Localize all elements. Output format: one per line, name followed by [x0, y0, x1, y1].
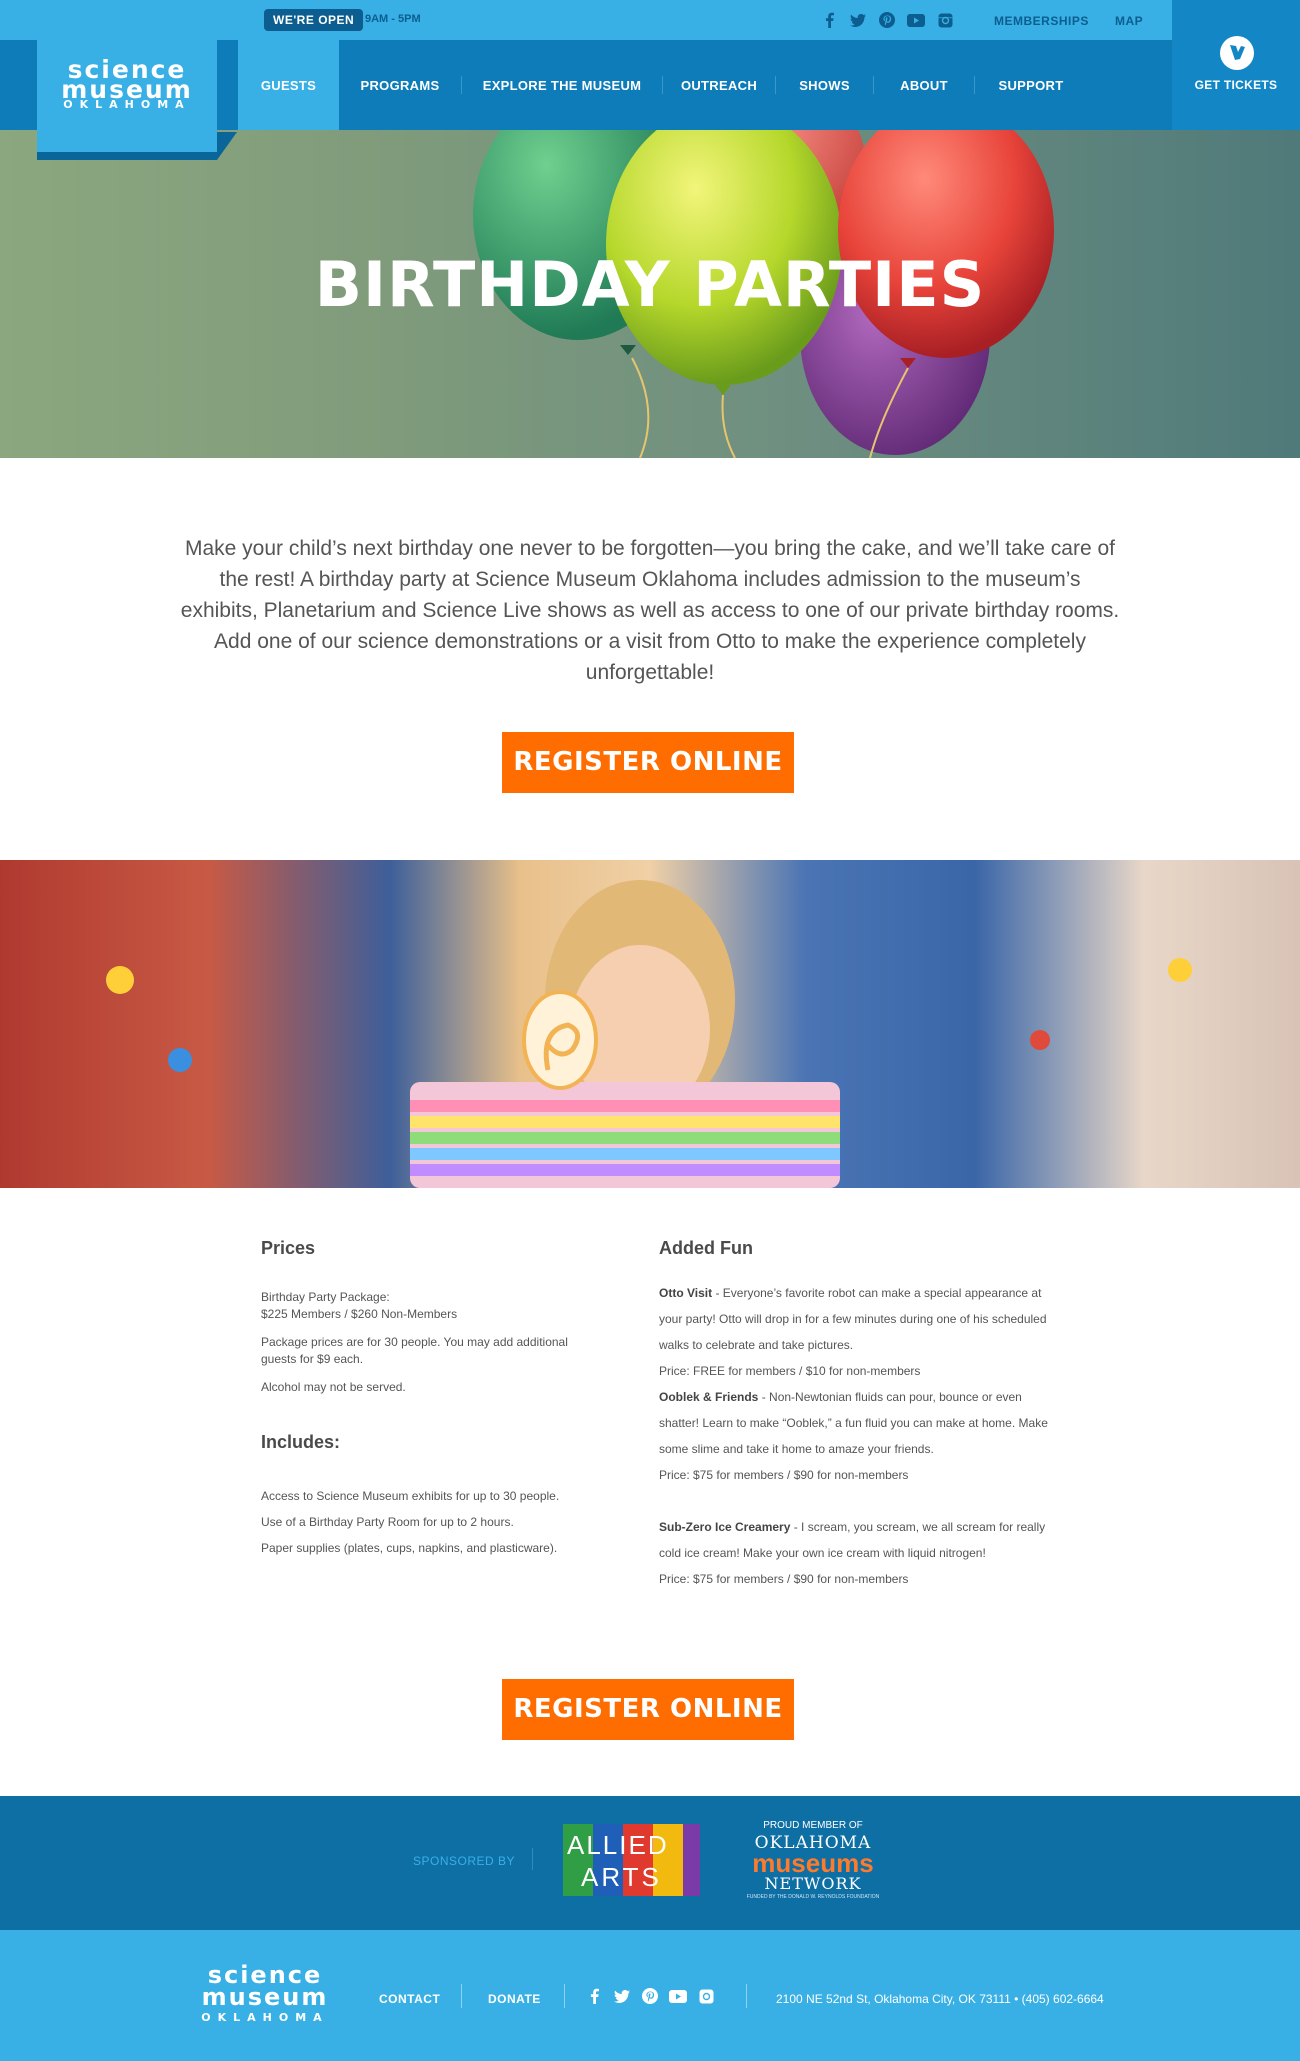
social-links-top: [820, 10, 954, 30]
nav-support[interactable]: SUPPORT: [975, 40, 1087, 130]
otto-visit-title: Otto Visit: [659, 1286, 713, 1300]
open-badge: WE'RE OPEN: [264, 9, 364, 31]
footer-donate-link[interactable]: DONATE: [488, 1992, 541, 2006]
twitter-icon[interactable]: [613, 1987, 631, 2005]
list-item: Use of a Birthday Party Room for up to 2…: [261, 1515, 514, 1529]
main-nav: GUESTS PROGRAMS EXPLORE THE MUSEUM OUTRE…: [238, 40, 1087, 130]
logo-line-3: OKLAHOMA: [63, 98, 191, 111]
memberships-link[interactable]: MEMBERSHIPS: [994, 14, 1089, 28]
footer-separator: [564, 1984, 565, 2008]
register-online-button[interactable]: REGISTER ONLINE: [502, 732, 794, 793]
footer-separator: [746, 1984, 747, 2008]
footer-logo-line-3: OKLAHOMA: [201, 2011, 329, 2024]
get-tickets-button[interactable]: GET TICKETS: [1172, 0, 1300, 130]
oklahoma-museums-network-logo[interactable]: PROUD MEMBER OF OKLAHOMA museums NETWORK…: [738, 1820, 888, 1908]
party-photo: [0, 860, 1300, 1188]
nav-explore-the-museum[interactable]: EXPLORE THE MUSEUM: [462, 40, 662, 130]
nav-guests[interactable]: GUESTS: [238, 40, 339, 130]
hours-text: 9AM - 5PM: [365, 13, 421, 25]
package-price: $225 Members / $260 Non-Members: [261, 1307, 458, 1321]
footer-logo-line-2: museum: [201, 1983, 329, 2011]
ticket-icon: [1220, 36, 1254, 70]
omn-museums-text: museums: [752, 1848, 874, 1878]
ice-creamery-price: Price: $75 for members / $90 for non-mem…: [659, 1572, 909, 1586]
get-tickets-label: GET TICKETS: [1194, 78, 1278, 92]
list-item: Paper supplies (plates, cups, napkins, a…: [261, 1541, 558, 1555]
ooblek-price: Price: $75 for members / $90 for non-mem…: [659, 1468, 909, 1482]
footer-contact-link[interactable]: CONTACT: [379, 1992, 440, 2006]
register-online-button-bottom[interactable]: REGISTER ONLINE: [502, 1679, 794, 1740]
includes-list: Access to Science Museum exhibits for up…: [261, 1483, 621, 1561]
youtube-icon[interactable]: [669, 1987, 687, 2005]
facebook-icon[interactable]: [820, 11, 838, 29]
footer: science museum OKLAHOMA CONTACT DONATE 2…: [0, 1930, 1300, 2061]
omn-funded-text: FUNDED BY THE DONALD W. REYNOLDS FOUNDAT…: [746, 1894, 880, 1900]
pinterest-icon[interactable]: [641, 1987, 659, 2005]
package-note: Package prices are for 30 people. You ma…: [261, 1335, 568, 1366]
instagram-icon[interactable]: [697, 1987, 715, 2005]
hero-banner: BIRTHDAY PARTIES: [0, 130, 1300, 458]
nav-shows[interactable]: SHOWS: [776, 40, 873, 130]
added-fun-column: Added Fun Otto Visit - Everyone’s favori…: [659, 1238, 1049, 1592]
twitter-icon[interactable]: [849, 11, 867, 29]
map-link[interactable]: MAP: [1115, 14, 1143, 28]
nav-outreach[interactable]: OUTREACH: [663, 40, 775, 130]
proud-member-text: PROUD MEMBER OF: [763, 1820, 863, 1831]
youtube-icon[interactable]: [907, 11, 925, 29]
prices-heading: Prices: [261, 1238, 316, 1258]
alcohol-note: Alcohol may not be served.: [261, 1380, 406, 1394]
package-label: Birthday Party Package:: [261, 1290, 390, 1304]
intro-text: Make your child’s next birthday one neve…: [180, 537, 1120, 684]
includes-heading: Includes:: [261, 1432, 341, 1452]
footer-separator: [461, 1984, 462, 2008]
otto-visit-text: - Everyone’s favorite robot can make a s…: [659, 1286, 1047, 1352]
pinterest-icon[interactable]: [878, 11, 896, 29]
ice-creamery-title: Sub-Zero Ice Creamery: [659, 1520, 791, 1534]
added-fun-heading: Added Fun: [659, 1238, 753, 1258]
logo-fold: [217, 132, 237, 160]
otto-visit-price: Price: FREE for members / $10 for non-me…: [659, 1364, 921, 1378]
sponsor-strip: SPONSORED BY ALLIED ARTS PROUD MEMBER OF…: [0, 1796, 1300, 1930]
arts-text: ARTS: [581, 1862, 662, 1892]
otto-visit-item: Otto Visit - Everyone’s favorite robot c…: [659, 1280, 1049, 1358]
sponsored-by-label: SPONSORED BY: [413, 1854, 516, 1868]
omn-network-text: NETWORK: [764, 1874, 862, 1893]
facebook-icon[interactable]: [585, 1987, 603, 2005]
hero-title: BIRTHDAY PARTIES: [314, 248, 986, 321]
allied-text: ALLIED: [567, 1830, 669, 1860]
nav-about[interactable]: ABOUT: [874, 40, 974, 130]
birthday-cake-image: [106, 880, 1192, 1188]
ooblek-item: Ooblek & Friends - Non-Newtonian fluids …: [659, 1384, 1049, 1462]
footer-address: 2100 NE 52nd St, Oklahoma City, OK 73111…: [776, 1992, 1104, 2006]
instagram-icon[interactable]: [936, 11, 954, 29]
social-links-footer: [585, 1986, 715, 2006]
logo[interactable]: science museum OKLAHOMA: [37, 0, 237, 160]
footer-logo[interactable]: science museum OKLAHOMA: [180, 1963, 350, 2024]
ooblek-title: Ooblek & Friends: [659, 1390, 759, 1404]
ice-creamery-item: Sub-Zero Ice Creamery - I scream, you sc…: [659, 1514, 1049, 1566]
allied-arts-logo[interactable]: ALLIED ARTS: [563, 1824, 700, 1896]
prices-column: Prices Birthday Party Package: $225 Memb…: [261, 1238, 621, 1561]
list-item: Access to Science Museum exhibits for up…: [261, 1489, 560, 1503]
nav-programs[interactable]: PROGRAMS: [339, 40, 461, 130]
sponsor-separator: [532, 1848, 533, 1870]
